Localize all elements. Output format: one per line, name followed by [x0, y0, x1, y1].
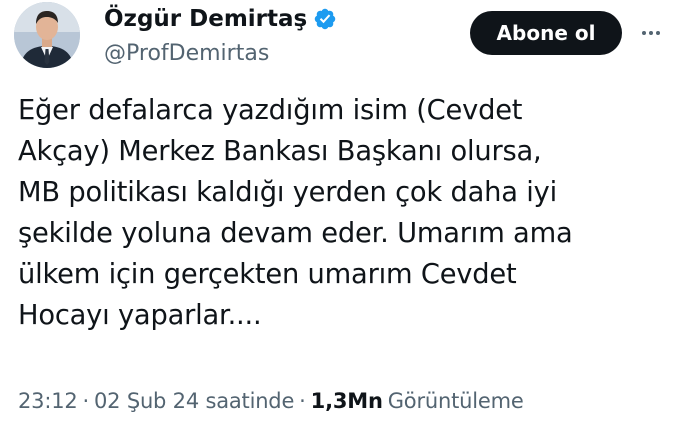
tweet-date[interactable]: 02 Şub 24 saatinde [94, 389, 294, 413]
follow-button[interactable]: Abone ol [470, 11, 622, 55]
author-handle[interactable]: @ProfDemirtas [104, 41, 269, 66]
tweet-meta: 23:12 · 02 Şub 24 saatinde · 1,3Mn Görün… [18, 383, 524, 419]
views-label[interactable]: Görüntüleme [388, 389, 524, 413]
more-horizontal-icon[interactable] [638, 20, 664, 46]
avatar-image [14, 2, 80, 68]
tweet-text: Eğer defalarca yazdığım isim (Cevdet Akç… [18, 95, 573, 331]
verified-badge-icon [313, 7, 337, 31]
author-name-row: Özgür Demirtaş [104, 3, 337, 35]
meta-separator: · [299, 389, 306, 413]
tweet-card: Özgür Demirtaş @ProfDemirtas Abone ol Eğ… [0, 0, 680, 433]
views-count[interactable]: 1,3Mn [311, 389, 383, 413]
avatar[interactable] [14, 2, 80, 68]
meta-separator: · [82, 389, 90, 413]
tweet-time[interactable]: 23:12 [18, 389, 78, 413]
author-display-name[interactable]: Özgür Demirtaş [104, 6, 307, 32]
